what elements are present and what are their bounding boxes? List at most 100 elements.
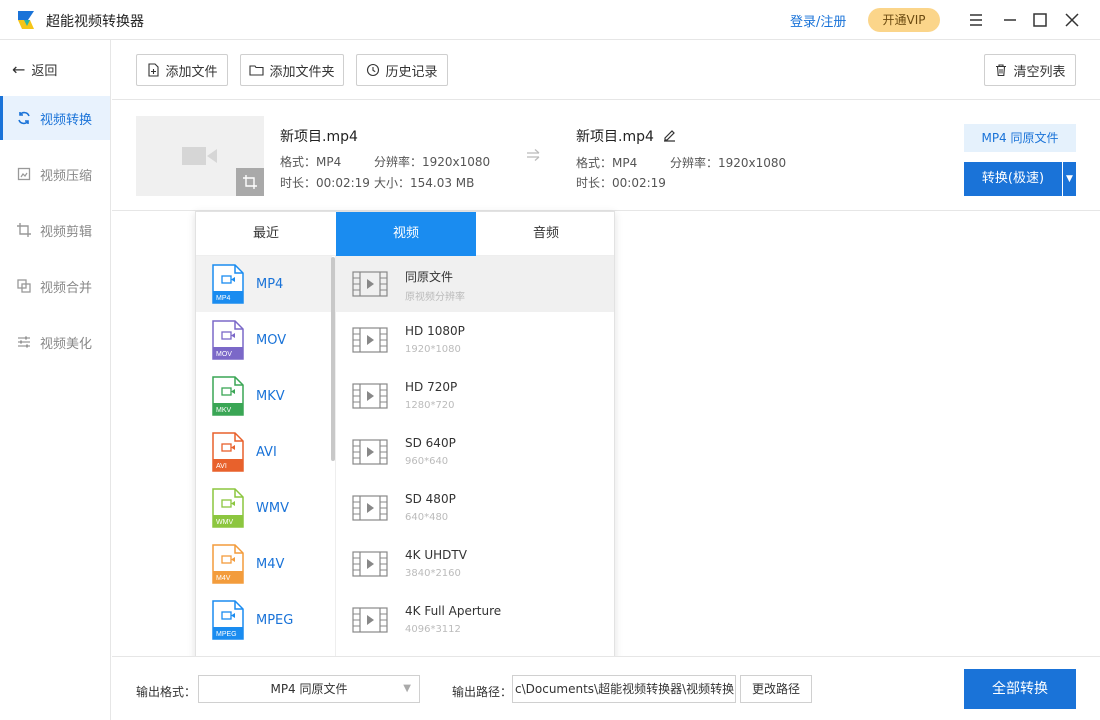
format-name: MOV xyxy=(256,332,287,348)
add-file-label: 添加文件 xyxy=(165,64,218,80)
merge-icon xyxy=(17,279,31,293)
format-name: WMV xyxy=(256,500,289,516)
convert-button[interactable]: 转换(极速) xyxy=(964,162,1062,196)
close-icon[interactable] xyxy=(1060,8,1084,32)
add-folder-label: 添加文件夹 xyxy=(269,64,335,80)
sidebar-item-video-compress[interactable]: 视频压缩 xyxy=(0,152,110,196)
film-icon xyxy=(352,327,388,353)
resolution-item[interactable]: SD 640P 960*640 xyxy=(336,424,614,480)
sidebar-item-label: 视频美化 xyxy=(40,336,93,352)
format-item-mkv[interactable]: MKV MKV xyxy=(196,368,332,424)
resolution-item[interactable]: 4K Full Aperture 4096*3112 xyxy=(336,592,614,648)
output-path-field[interactable]: c\Documents\超能视频转换器\视频转换 xyxy=(512,675,736,703)
file-icon-label: M4V xyxy=(216,575,231,582)
source-resolution: 分辨率：1920x1080 xyxy=(374,155,491,169)
resolution-name: HD 720P xyxy=(405,380,458,394)
clear-list-button[interactable]: 清空列表 xyxy=(984,54,1076,86)
film-icon xyxy=(352,271,388,297)
minimize-icon[interactable] xyxy=(998,8,1022,32)
format-item-m4v[interactable]: M4V M4V xyxy=(196,536,332,592)
resolution-item[interactable]: 4K UHDTV 3840*2160 xyxy=(336,536,614,592)
resolution-size: 4096*3112 xyxy=(405,624,461,635)
output-format: 格式：MP4 xyxy=(576,156,638,170)
resolution-item[interactable]: HD 1080P 1920*1080 xyxy=(336,312,614,368)
resolution-name: 4K Full Aperture xyxy=(405,604,502,618)
tab-recent[interactable]: 最近 xyxy=(196,212,336,256)
resolution-item[interactable]: HD 720P 1280*720 xyxy=(336,368,614,424)
resolution-name: SD 640P xyxy=(405,436,456,450)
output-format-label: 输出格式： xyxy=(136,685,197,699)
resolution-item[interactable]: SD 480P 640*480 xyxy=(336,480,614,536)
sliders-icon xyxy=(18,336,30,348)
file-icon-label: WMV xyxy=(216,519,233,526)
crop-button[interactable] xyxy=(236,168,264,196)
format-name: MKV xyxy=(256,388,285,404)
file-icon-label: MPEG xyxy=(216,631,237,638)
add-folder-button[interactable]: 添加文件夹 xyxy=(240,54,344,86)
login-link[interactable]: 登录/注册 xyxy=(790,11,846,30)
convert-dropdown-button[interactable]: ▼ xyxy=(1063,162,1076,196)
sidebar-item-video-merge[interactable]: 视频合并 xyxy=(0,264,110,308)
format-item-wmv[interactable]: WMV WMV xyxy=(196,480,332,536)
edit-icon[interactable] xyxy=(662,128,677,143)
output-path-label: 输出路径： xyxy=(452,685,513,699)
format-list-scrollbar[interactable] xyxy=(331,257,335,461)
resolution-name: SD 480P xyxy=(405,492,456,506)
resolution-size: 1920*1080 xyxy=(405,344,461,355)
output-format-select[interactable]: MP4 同原文件 ▼ xyxy=(198,675,420,703)
app-title: 超能视频转换器 xyxy=(46,14,144,30)
source-format: 格式：MP4 xyxy=(280,155,342,169)
film-icon xyxy=(352,383,388,409)
change-path-button[interactable]: 更改路径 xyxy=(740,675,812,703)
toolbar: 添加文件 添加文件夹 历史记录 清空列表 xyxy=(112,40,1100,100)
resolution-size: 640*480 xyxy=(405,512,449,523)
sidebar-item-video-beautify[interactable]: 视频美化 xyxy=(0,320,110,364)
add-file-button[interactable]: 添加文件 xyxy=(136,54,228,86)
sidebar-item-label: 视频合并 xyxy=(40,280,93,296)
resolution-size: 3840*2160 xyxy=(405,568,461,579)
sidebar-item-video-convert[interactable]: 视频转换 xyxy=(0,96,110,140)
output-format-tag[interactable]: MP4 同原文件 xyxy=(964,124,1076,152)
convert-all-button[interactable]: 全部转换 xyxy=(964,669,1076,709)
file-video-icon: WMV xyxy=(212,488,244,528)
back-arrow-icon: ← xyxy=(12,60,26,79)
format-item-mp4[interactable]: MP4 MP4 xyxy=(196,256,332,312)
film-icon xyxy=(352,495,388,521)
history-button[interactable]: 历史记录 xyxy=(356,54,448,86)
resolution-size: 1280*720 xyxy=(405,400,455,411)
maximize-icon[interactable] xyxy=(1028,8,1052,32)
format-name: MP4 xyxy=(256,276,284,292)
resolution-item[interactable]: 同原文件 原视频分辨率 xyxy=(336,256,614,312)
film-icon xyxy=(352,439,388,465)
format-name: M4V xyxy=(256,556,285,572)
menu-icon[interactable] xyxy=(964,8,988,32)
app-logo-icon xyxy=(18,11,34,29)
file-video-icon: MOV xyxy=(212,320,244,360)
format-item-mpeg[interactable]: MPEG MPEG xyxy=(196,592,332,648)
source-duration: 时长：00:02:19 xyxy=(280,176,370,190)
bottom-bar: 输出格式： MP4 同原文件 ▼ 输出路径： c\Documents\超能视频转… xyxy=(112,656,1100,720)
file-icon-label: MKV xyxy=(216,407,232,414)
resolution-name: 同原文件 xyxy=(405,270,454,284)
refresh-icon xyxy=(18,111,30,125)
format-item-avi[interactable]: AVI AVI xyxy=(196,424,332,480)
file-icon-label: AVI xyxy=(216,463,227,470)
source-size: 大小：154.03 MB xyxy=(374,176,475,190)
file-video-icon: M4V xyxy=(212,544,244,584)
compress-icon xyxy=(17,167,31,181)
tab-audio[interactable]: 音频 xyxy=(476,212,614,256)
vip-button[interactable]: 开通VIP xyxy=(868,8,940,32)
file-icon-label: MP4 xyxy=(216,295,231,302)
tab-video[interactable]: 视频 xyxy=(336,212,476,256)
crop-icon xyxy=(243,175,257,189)
sidebar: ← 返回 视频转换 视频压缩 视频剪辑 视频合并 视频美化 xyxy=(0,40,111,720)
resolution-list: 同原文件 原视频分辨率 HD 1080P 1920*1080 HD 720P 1280*7… xyxy=(336,256,614,662)
film-icon xyxy=(352,551,388,577)
resolution-name: 4K UHDTV xyxy=(405,548,467,562)
clock-icon xyxy=(367,63,380,77)
add-file-icon xyxy=(148,63,160,77)
sidebar-item-video-edit[interactable]: 视频剪辑 xyxy=(0,208,110,252)
format-item-mov[interactable]: MOV MOV xyxy=(196,312,332,368)
trash-icon xyxy=(996,64,1007,77)
back-button[interactable]: ← 返回 xyxy=(12,60,57,79)
